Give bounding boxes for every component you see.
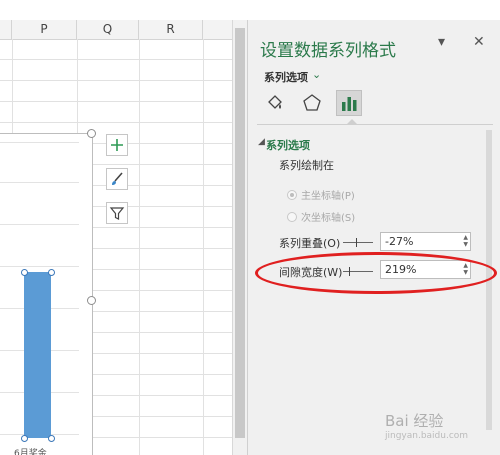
annotation-highlight-ellipse: [255, 252, 497, 294]
data-series-bar[interactable]: [24, 272, 51, 438]
series-overlap-value: -27%: [385, 235, 414, 248]
series-point-handle[interactable]: [48, 269, 55, 276]
plus-icon: [111, 139, 123, 151]
collapse-caret-icon[interactable]: ◢: [258, 137, 265, 147]
column-header-p[interactable]: P: [12, 20, 77, 39]
tab-fill-line[interactable]: [262, 90, 288, 116]
grid-line: [0, 122, 232, 123]
watermark-text: Bai 经验: [385, 412, 444, 430]
series-overlap-input[interactable]: -27% ▲ ▼: [380, 232, 471, 251]
radio-secondary-axis[interactable]: 次坐标轴(S): [287, 209, 355, 224]
sheet-vertical-scrollbar[interactable]: [232, 20, 247, 455]
column-header-r[interactable]: R: [139, 20, 203, 39]
grid-line: [0, 80, 232, 81]
divider: [257, 124, 493, 125]
chart-resize-handle[interactable]: [87, 296, 96, 305]
effects-pentagon-icon: [303, 94, 321, 111]
chart-filters-button[interactable]: [106, 202, 128, 224]
filter-icon: [109, 207, 125, 220]
chart-styles-button[interactable]: [106, 168, 128, 190]
chart-gridline: [0, 142, 79, 143]
format-data-series-pane: 设置数据系列格式 ▾ ✕ 系列选项 ⌄ ◢ 系列选项 系列绘制在 主坐标轴(P)…: [247, 20, 500, 455]
chart-gridline: [0, 266, 79, 267]
radio-button[interactable]: [287, 211, 297, 222]
tab-effects[interactable]: [299, 90, 325, 116]
chart-elements-button[interactable]: [106, 134, 128, 156]
column-header-bar: P Q R: [0, 20, 232, 40]
column-header-q[interactable]: Q: [77, 20, 139, 39]
series-options-bar-icon: [342, 97, 357, 111]
pane-vertical-scrollbar[interactable]: [484, 130, 494, 455]
column-header-o[interactable]: [0, 20, 12, 39]
series-overlap-slider[interactable]: [343, 238, 373, 247]
brush-icon: [112, 172, 123, 185]
radio-secondary-label: 次坐标轴(S): [301, 213, 356, 224]
watermark: Bai 经验 jingyan.baidu.com: [385, 410, 468, 441]
close-icon[interactable]: ✕: [473, 34, 485, 50]
chart-resize-handle[interactable]: [87, 129, 96, 138]
tab-series-options[interactable]: [336, 90, 362, 116]
spin-arrows-icon[interactable]: ▲ ▼: [463, 234, 468, 248]
radio-primary-label: 主坐标轴(P): [301, 191, 355, 202]
radio-button[interactable]: [287, 189, 297, 200]
section-series-options[interactable]: 系列选项: [266, 137, 310, 153]
fill-line-icon: [268, 95, 282, 109]
grid-line: [0, 59, 232, 60]
series-options-dropdown[interactable]: 系列选项: [264, 69, 308, 85]
chevron-down-icon[interactable]: ⌄: [312, 68, 321, 81]
scrollbar-thumb[interactable]: [235, 28, 245, 438]
series-overlap-label: 系列重叠(O): [279, 237, 341, 250]
watermark-sub: jingyan.baidu.com: [385, 431, 469, 441]
chevron-down-icon[interactable]: ▾: [438, 34, 445, 50]
series-point-handle[interactable]: [48, 435, 55, 442]
category-axis-label: 6月奖金: [14, 449, 47, 455]
grid-line: [0, 101, 232, 102]
slider-knob[interactable]: [356, 238, 357, 247]
slider-track: [343, 242, 373, 243]
chart-gridline: [0, 224, 79, 225]
spreadsheet-area: P Q R 6月奖金: [0, 0, 247, 455]
chart-gridline: [0, 182, 79, 183]
series-point-handle[interactable]: [21, 269, 28, 276]
series-point-handle[interactable]: [21, 435, 28, 442]
radio-primary-axis[interactable]: 主坐标轴(P): [287, 187, 355, 202]
pane-title: 设置数据系列格式: [260, 41, 396, 61]
plot-series-on-label: 系列绘制在: [279, 159, 334, 172]
